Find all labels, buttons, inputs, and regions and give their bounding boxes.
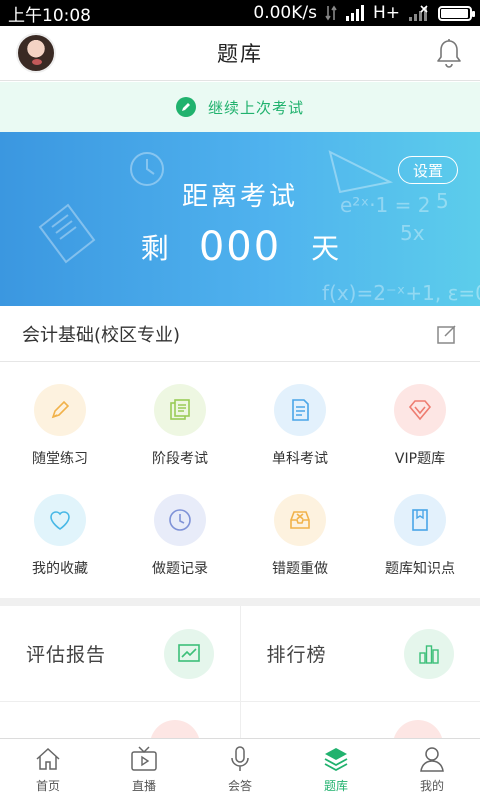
edit-icon[interactable]: [436, 323, 458, 345]
tab-question-bank[interactable]: 题库: [288, 739, 384, 800]
signal-icon: [345, 5, 365, 21]
ranking-label: 排行榜: [266, 644, 327, 666]
document-icon: [274, 384, 326, 436]
course-name: 会计基础(校区专业): [22, 324, 181, 346]
countdown-days: 000: [198, 224, 282, 270]
countdown-prefix: 剩: [140, 232, 169, 265]
status-right: 0.00K/s H+: [253, 3, 475, 23]
grid-item-redo-wrong[interactable]: 错题重做: [240, 482, 360, 592]
bell-icon[interactable]: [436, 38, 462, 68]
tab-me[interactable]: 我的: [384, 739, 480, 800]
course-selector[interactable]: 会计基础(校区专业): [0, 306, 480, 362]
tab-answers[interactable]: 会答: [192, 739, 288, 800]
section-divider: [0, 598, 480, 606]
next-row-partial: [0, 702, 480, 738]
settings-button[interactable]: 设置: [398, 156, 458, 184]
page-title: 题库: [217, 42, 263, 66]
grid-item-label: 我的收藏: [32, 561, 88, 577]
partial-icon: [392, 720, 443, 738]
clock-icon: [154, 494, 206, 546]
top-header: 题库: [0, 26, 480, 81]
home-icon: [33, 744, 63, 774]
grid-item-label: 错题重做: [272, 561, 328, 577]
bar-chart-icon: [404, 628, 454, 679]
exam-countdown-banner: e²ˣ·1 = 2 5x f(x)=2⁻ˣ+1, ε=0.0 5 距离考试 剩 …: [0, 132, 480, 306]
signal-weak-icon: [408, 5, 430, 21]
grid-item-stage-exam[interactable]: 阶段考试: [120, 372, 240, 482]
continue-label: 继续上次考试: [207, 98, 304, 117]
partial-item-left[interactable]: [0, 702, 240, 738]
layers-icon: [321, 744, 351, 774]
grid-item-history[interactable]: 做题记录: [120, 482, 240, 592]
partial-icon: [150, 720, 200, 738]
tab-label: 我的: [419, 779, 444, 793]
tab-label: 会答: [227, 779, 252, 793]
ranking-item[interactable]: 排行榜: [239, 606, 480, 701]
microphone-icon: [225, 744, 255, 774]
diamond-icon: [394, 384, 446, 436]
grid-item-knowledge[interactable]: 题库知识点: [360, 482, 480, 592]
grid-item-label: 题库知识点: [385, 561, 455, 577]
grid-item-label: 阶段考试: [152, 451, 208, 467]
grid-item-favorites[interactable]: 我的收藏: [0, 482, 120, 592]
battery-icon: [438, 5, 475, 21]
data-transfer-icon: [325, 4, 337, 22]
grid-item-vip-bank[interactable]: VIP题库: [360, 372, 480, 482]
grid-item-practice[interactable]: 随堂练习: [0, 372, 120, 482]
tab-home[interactable]: 首页: [0, 739, 96, 800]
partial-item-right[interactable]: [239, 702, 480, 738]
assessment-report-item[interactable]: 评估报告: [0, 606, 240, 701]
tab-live[interactable]: 直播: [96, 739, 192, 800]
net-speed: 0.00K/s: [253, 3, 317, 23]
assessment-report-label: 评估报告: [26, 644, 107, 666]
continue-last-exam-bar[interactable]: 继续上次考试: [0, 82, 480, 132]
inbox-x-icon: [274, 494, 326, 546]
grid-item-label: 单科考试: [272, 451, 328, 467]
heart-icon: [34, 494, 86, 546]
function-grid: 随堂练习 阶段考试 单科考试 VIP题库 我的收藏 做题记录 错题重做 题库知识…: [0, 362, 480, 598]
pencil-icon: [34, 384, 86, 436]
bottom-tab-bar: 首页 直播 会答 题库 我的: [0, 738, 480, 800]
trend-chart-icon: [163, 628, 214, 679]
status-time: 上午10:08: [8, 5, 91, 26]
avatar[interactable]: [16, 33, 56, 73]
grid-item-subject-exam[interactable]: 单科考试: [240, 372, 360, 482]
tv-icon: [129, 744, 159, 774]
tab-label: 直播: [131, 779, 156, 793]
grid-item-label: 做题记录: [152, 561, 208, 577]
countdown-suffix: 天: [311, 232, 340, 265]
tab-label: 首页: [35, 779, 60, 793]
papers-icon: [154, 384, 206, 436]
countdown-row: 剩 000 天: [0, 224, 480, 270]
network-type: H+: [372, 3, 400, 23]
edit-pen-icon: [175, 97, 196, 117]
reports-row: 评估报告 排行榜: [0, 606, 480, 702]
book-icon: [394, 494, 446, 546]
tab-label: 题库: [323, 779, 348, 793]
grid-item-label: 随堂练习: [32, 451, 88, 467]
status-bar: 上午10:08 0.00K/s H+: [0, 0, 480, 26]
user-icon: [417, 744, 447, 774]
svg-text:f(x)=2⁻ˣ+1, ε=0.0: f(x)=2⁻ˣ+1, ε=0.0: [322, 281, 480, 305]
grid-item-label: VIP题库: [394, 451, 446, 467]
